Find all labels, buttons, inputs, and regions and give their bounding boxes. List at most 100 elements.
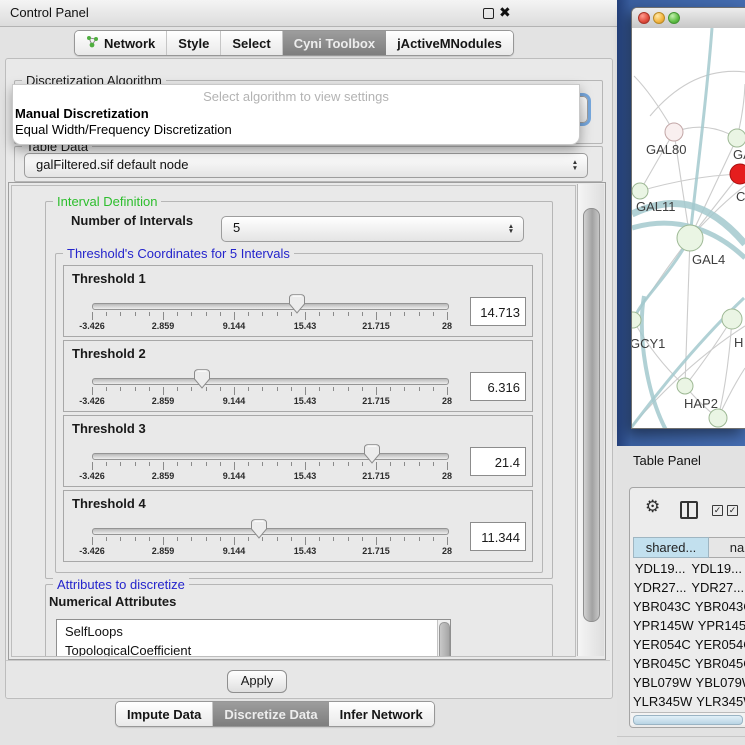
list-item-topologicalcoefficient[interactable]: TopologicalCoefficient xyxy=(57,641,450,657)
slider-track[interactable] xyxy=(92,378,449,385)
tick-mark xyxy=(404,387,405,391)
tick-label: 21.715 xyxy=(362,321,390,331)
tick-label: 2.859 xyxy=(152,546,175,556)
tick-mark xyxy=(376,312,377,320)
tab-discretize-data[interactable]: Discretize Data xyxy=(213,702,328,726)
slider-thumb[interactable] xyxy=(251,519,267,539)
apply-button[interactable]: Apply xyxy=(227,670,287,693)
checkbox-icon[interactable]: ✓ xyxy=(712,505,723,516)
tab-select[interactable]: Select xyxy=(221,31,282,55)
cell-shared-name: YBL079W xyxy=(633,673,692,692)
cell-name: YPR145W xyxy=(694,616,745,635)
float-window-icon[interactable] xyxy=(483,8,494,19)
attributes-scrollbar-thumb[interactable] xyxy=(439,622,450,657)
table-row[interactable]: YLR345WYLR345W xyxy=(633,692,745,711)
table-row[interactable]: YBL079WYBL079W xyxy=(633,673,745,692)
minimize-traffic-light[interactable] xyxy=(653,12,665,24)
table-row[interactable]: YBR043CYBR043C xyxy=(633,597,745,616)
slider-thumb[interactable] xyxy=(289,294,305,314)
tab-impute-data[interactable]: Impute Data xyxy=(116,702,213,726)
tick-mark xyxy=(234,387,235,395)
settings-scrollbar[interactable] xyxy=(577,184,604,656)
table-rows: YDL19...YDL19...YDR27...YDR27...YBR043CY… xyxy=(633,559,745,712)
table-panel-title: Table Panel xyxy=(633,453,701,468)
tick-label: -3.426 xyxy=(79,321,105,331)
close-icon[interactable]: ✖ xyxy=(499,4,511,21)
network-node-hap2 xyxy=(677,378,693,394)
table-data-value: galFiltered.sif default node xyxy=(36,157,188,172)
tick-mark xyxy=(106,537,107,541)
cell-shared-name: YBR043C xyxy=(633,597,691,616)
column-header-shared-name[interactable]: shared... xyxy=(633,537,709,558)
tab-jactivemnodules[interactable]: jActiveMNodules xyxy=(386,31,513,55)
popup-header: Select algorithm to view settings xyxy=(13,85,579,106)
slider-track[interactable] xyxy=(92,303,449,310)
table-row[interactable]: YPR145WYPR145W xyxy=(633,616,745,635)
tick-mark xyxy=(163,537,164,545)
cell-shared-name: YBR045C xyxy=(633,654,691,673)
tick-label: 28 xyxy=(442,471,452,481)
close-traffic-light[interactable] xyxy=(638,12,650,24)
table-row[interactable]: YER054CYER054C xyxy=(633,635,745,654)
table-horizontal-scrollbar[interactable] xyxy=(631,712,745,725)
tick-mark xyxy=(135,537,136,541)
tab-style[interactable]: Style xyxy=(167,31,221,55)
tick-mark xyxy=(177,537,178,541)
cyni-mode-tabs: Impute DataDiscretize DataInfer Network xyxy=(115,701,435,727)
slider-track[interactable] xyxy=(92,453,449,460)
column-header-name[interactable]: name xyxy=(709,537,745,558)
slider-thumb[interactable] xyxy=(364,444,380,464)
tick-mark xyxy=(390,312,391,316)
table-scrollbar-thumb[interactable] xyxy=(633,715,743,725)
checkbox-icon[interactable]: ✓ xyxy=(727,505,738,516)
gear-icon[interactable]: ⚙ xyxy=(645,498,660,515)
threshold-panel-2: Threshold 2-3.4262.8599.14415.4321.71528… xyxy=(63,340,533,412)
popup-option-equal-width-frequency-discretization[interactable]: Equal Width/Frequency Discretization xyxy=(13,122,579,138)
list-item-selfloops[interactable]: SelfLoops xyxy=(57,622,450,641)
threshold-value-field[interactable]: 6.316 xyxy=(470,372,526,401)
number-of-intervals-label: Number of Intervals xyxy=(71,208,193,234)
tick-mark xyxy=(191,312,192,316)
threshold-value-field[interactable]: 21.4 xyxy=(470,447,526,476)
threshold-value-field[interactable]: 14.713 xyxy=(470,297,526,326)
tick-mark xyxy=(149,462,150,466)
tick-mark xyxy=(220,462,221,466)
network-window-titlebar[interactable] xyxy=(632,8,745,29)
tick-mark xyxy=(376,387,377,395)
threshold-label: Threshold 2 xyxy=(72,346,146,361)
settings-scrollbar-thumb[interactable] xyxy=(583,208,600,622)
control-panel-tabs: NetworkStyleSelect Cyni Toolbox jActiveMNo… xyxy=(74,30,514,56)
slider-thumb[interactable] xyxy=(194,369,210,389)
table-row[interactable]: YDL19...YDL19... xyxy=(633,559,745,578)
tick-mark xyxy=(433,537,434,541)
tick-mark xyxy=(390,387,391,391)
number-of-intervals-combobox[interactable]: 5 ▲▼ xyxy=(221,216,524,242)
tab-label: Cyni Toolbox xyxy=(294,36,375,51)
network-canvas[interactable]: GAL80GACGAL11GAL4GCY1HHAP2 xyxy=(632,28,745,428)
tab-network[interactable]: Network xyxy=(75,31,167,55)
zoom-traffic-light[interactable] xyxy=(668,12,680,24)
table-data-combobox[interactable]: galFiltered.sif default node ▲▼ xyxy=(24,153,588,178)
tick-mark xyxy=(92,387,93,395)
table-row[interactable]: YDR27...YDR27... xyxy=(633,578,745,597)
slider-track[interactable] xyxy=(92,528,449,535)
tick-label: 9.144 xyxy=(223,396,246,406)
popup-option-manual-discretization[interactable]: Manual Discretization xyxy=(13,106,579,122)
attributes-scrollbar[interactable] xyxy=(437,620,450,657)
tab-infer-network[interactable]: Infer Network xyxy=(329,702,434,726)
network-graph: GAL80GACGAL11GAL4GCY1HHAP2 xyxy=(632,28,745,428)
tick-mark xyxy=(234,312,235,320)
tick-mark xyxy=(447,537,448,545)
screen: Control Panel ✖ NetworkStyleSelectCyni T… xyxy=(0,0,745,745)
threshold-value-field[interactable]: 11.344 xyxy=(470,522,526,551)
tick-label: 15.43 xyxy=(294,546,317,556)
numerical-attributes-list[interactable]: SelfLoopsTopologicalCoefficientBetweenne… xyxy=(56,619,451,657)
tab-cyni-toolbox[interactable]: Cyni Toolbox xyxy=(283,31,386,55)
table-row[interactable]: YBR045CYBR045C xyxy=(633,654,745,673)
columns-icon[interactable] xyxy=(680,501,698,519)
tick-mark xyxy=(106,387,107,391)
divider xyxy=(617,736,745,737)
tick-mark xyxy=(390,462,391,466)
network-node-gal4 xyxy=(677,225,703,251)
tick-mark xyxy=(262,312,263,316)
